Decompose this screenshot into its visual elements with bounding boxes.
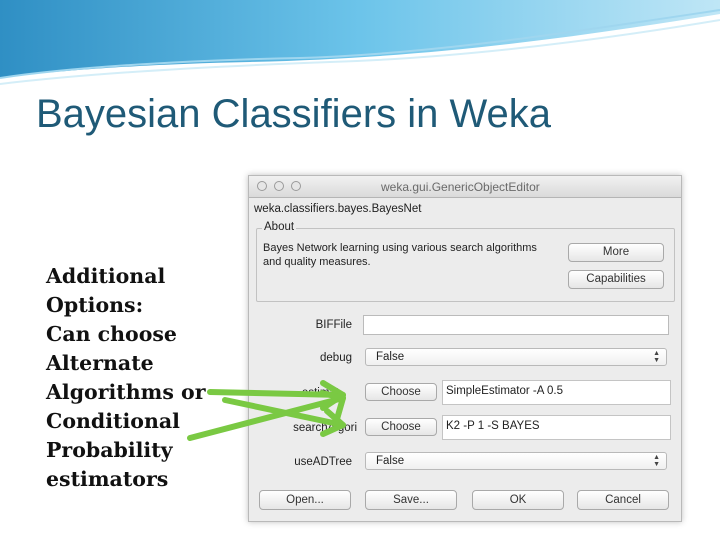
zoom-window-button[interactable] <box>291 181 301 191</box>
search-algorithm-value-field[interactable]: K2 -P 1 -S BAYES <box>442 415 671 440</box>
estimator-value: SimpleEstimator -A 0.5 <box>446 385 563 397</box>
about-line: Bayes Network learning using various sea… <box>263 242 537 254</box>
side-note-line: Options: <box>46 293 144 317</box>
estimator-label: estimat <box>301 387 339 399</box>
minimize-window-button[interactable] <box>274 181 284 191</box>
about-line: and quality measures. <box>263 256 371 268</box>
estimator-value-field[interactable]: SimpleEstimator -A 0.5 <box>442 380 671 405</box>
search-algorithm-value: K2 -P 1 -S BAYES <box>446 420 540 432</box>
about-description: Bayes Network learning using various sea… <box>263 241 563 269</box>
side-note-line: Algorithms or <box>46 380 206 404</box>
cancel-button[interactable]: Cancel <box>577 490 669 510</box>
debug-select[interactable]: False ▲ ▼ <box>365 348 667 366</box>
slide-title: Bayesian Classifiers in Weka <box>36 92 552 136</box>
about-panel: About Bayes Network learning using vario… <box>256 221 675 302</box>
useadtree-select[interactable]: False ▲ ▼ <box>365 452 667 470</box>
window-title: weka.gui.GenericObjectEditor <box>381 180 540 194</box>
capabilities-button[interactable]: Capabilities <box>568 270 664 289</box>
useadtree-label: useADTree <box>294 456 352 468</box>
close-window-button[interactable] <box>257 181 267 191</box>
updown-arrow-icon: ▲ ▼ <box>653 454 660 468</box>
side-note-line: estimators <box>46 467 169 491</box>
about-heading: About <box>262 221 297 233</box>
useadtree-selected-value: False <box>376 455 405 467</box>
decorative-banner <box>0 0 720 85</box>
generic-object-editor-window: weka.gui.GenericObjectEditor weka.classi… <box>248 175 682 522</box>
side-note-line: Can choose <box>46 322 177 346</box>
side-note-line: Additional <box>46 264 166 288</box>
search-algorithm-label: searchAlgori <box>293 422 357 434</box>
window-titlebar[interactable]: weka.gui.GenericObjectEditor <box>249 176 681 198</box>
open-button[interactable]: Open... <box>259 490 351 510</box>
debug-selected-value: False <box>376 351 405 363</box>
class-name-label: weka.classifiers.bayes.BayesNet <box>254 203 422 215</box>
estimator-choose-button[interactable]: Choose <box>365 383 437 401</box>
side-note-line: Probability <box>46 438 173 462</box>
debug-label: debug <box>320 352 352 364</box>
ok-button[interactable]: OK <box>472 490 564 510</box>
biffile-input[interactable] <box>363 315 669 335</box>
side-note-line: Alternate <box>46 351 154 375</box>
updown-arrow-icon: ▲ ▼ <box>653 350 660 364</box>
more-button[interactable]: More <box>568 243 664 262</box>
biffile-label: BIFFile <box>315 319 352 331</box>
side-note: Additional Options: Can choose Alternate… <box>46 262 246 494</box>
side-note-line: Conditional <box>46 409 180 433</box>
save-button[interactable]: Save... <box>365 490 457 510</box>
search-algorithm-choose-button[interactable]: Choose <box>365 418 437 436</box>
